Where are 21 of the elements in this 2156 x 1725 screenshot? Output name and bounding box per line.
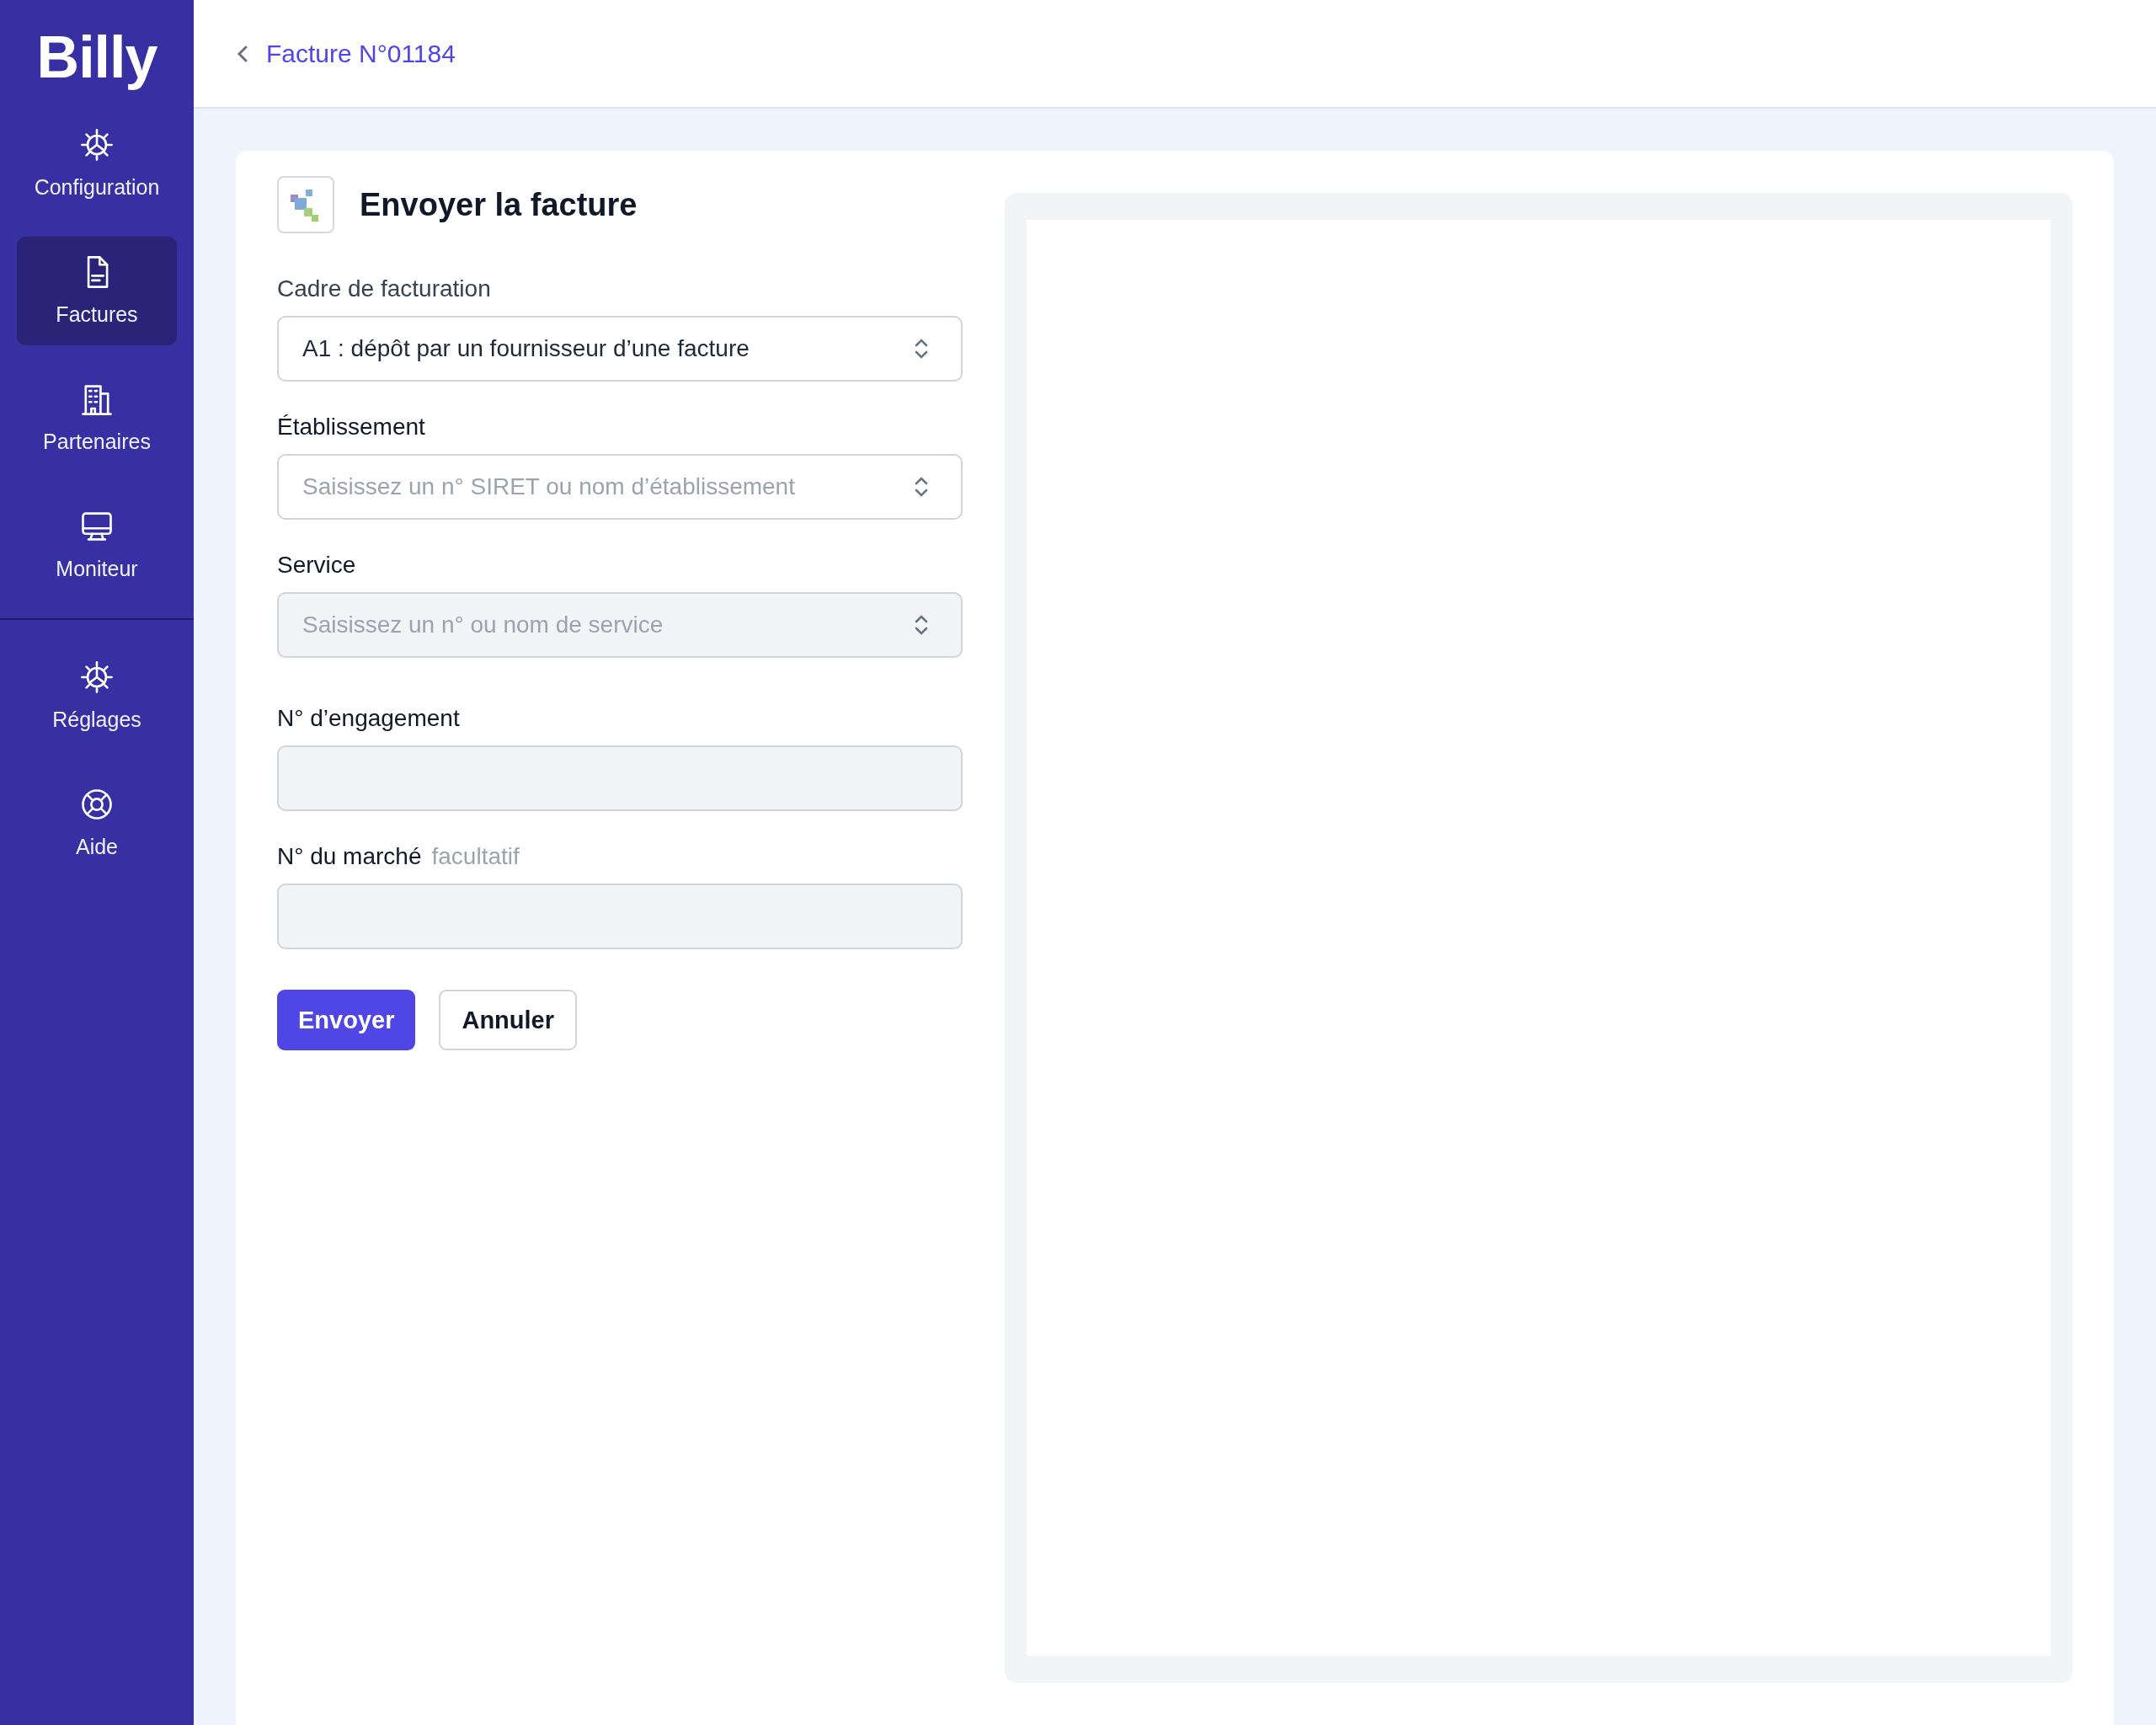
field-label: Service	[277, 552, 356, 579]
form-title: Envoyer la facture	[360, 186, 638, 223]
optional-hint: facultatif	[431, 843, 520, 870]
field-label: Établissement	[277, 414, 425, 441]
field-label: Cadre de facturation	[277, 275, 491, 302]
back-link[interactable]: Facture N°01184	[234, 39, 456, 68]
app-logo-icon	[277, 176, 334, 233]
field-label: N° du marché	[277, 843, 422, 870]
nav-item[interactable]: Configuration	[17, 109, 177, 218]
cancel-button[interactable]: Annuler	[439, 990, 577, 1050]
gear-icon	[78, 126, 115, 163]
app-logo: Billy	[36, 24, 157, 91]
field-label: N° d’engagement	[277, 705, 460, 732]
nav-item[interactable]: Réglages	[17, 642, 177, 750]
select-field[interactable]: A1 : dépôt par un fournisseur d’une facture	[277, 316, 963, 382]
nav-item[interactable]: Moniteur	[17, 491, 177, 600]
nav-item[interactable]: Partenaires	[17, 364, 177, 473]
gear-icon	[78, 659, 115, 696]
nav-item[interactable]: Aide	[17, 769, 177, 878]
nav-item[interactable]: Factures	[17, 237, 177, 345]
send-button[interactable]: Envoyer	[277, 990, 416, 1050]
